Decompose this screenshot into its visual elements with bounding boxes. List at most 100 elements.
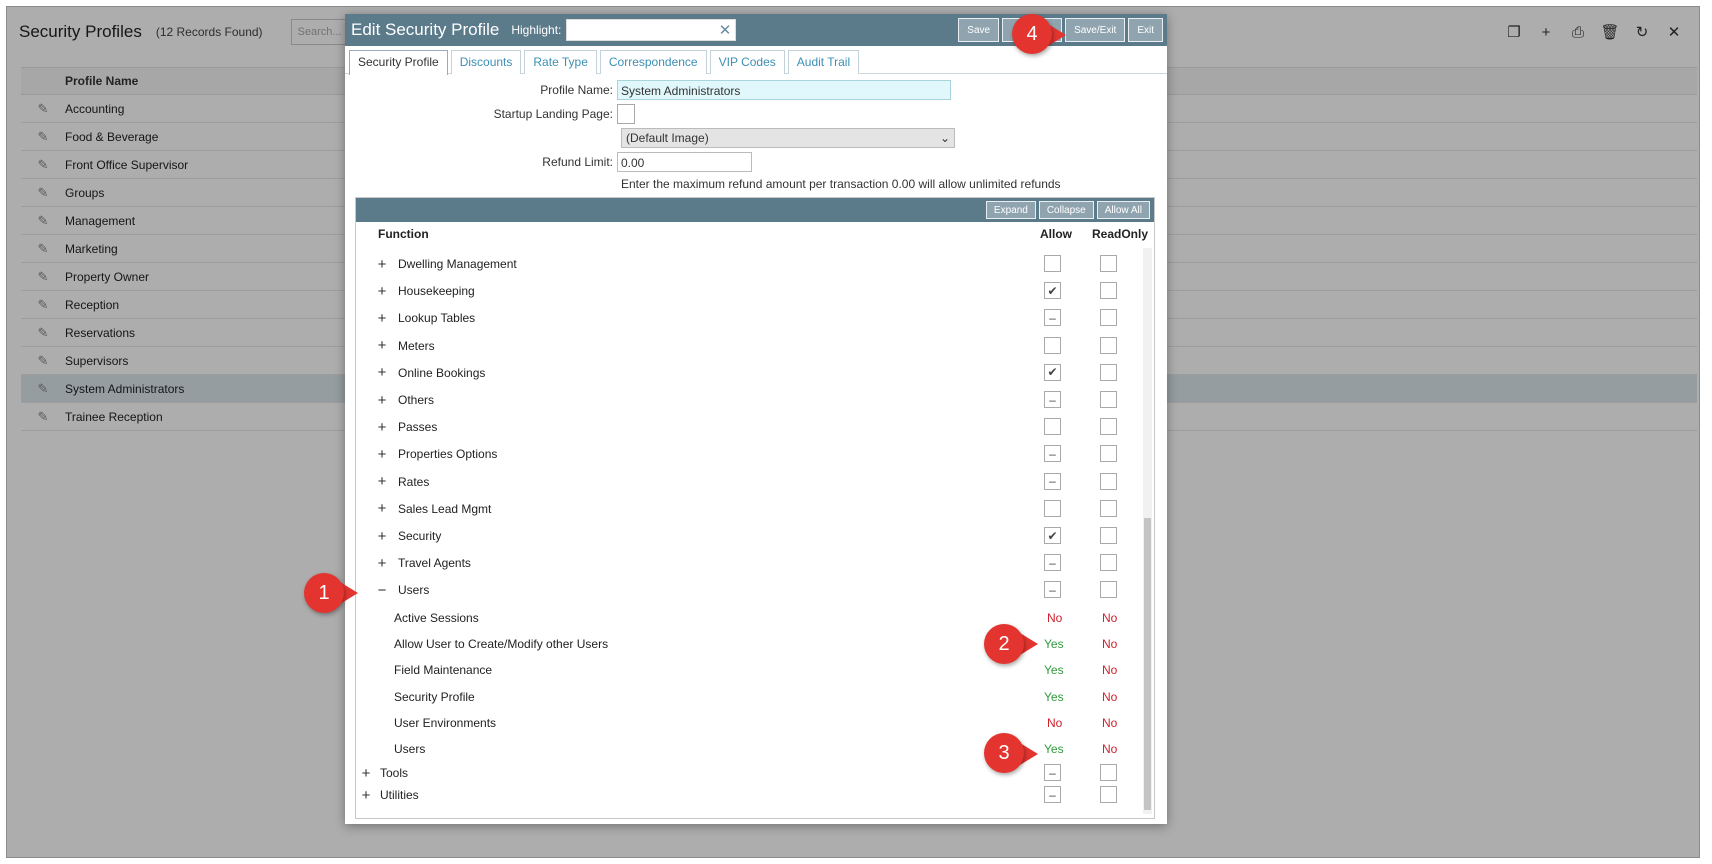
save-button[interactable]: Save: [958, 18, 1000, 42]
function-row[interactable]: + Lookup Tables –: [356, 306, 1146, 330]
startup-landing-checkbox[interactable]: [617, 104, 635, 124]
allow-value[interactable]: Yes: [1044, 663, 1064, 677]
expand-icon[interactable]: +: [360, 787, 372, 804]
grid-scrollbar[interactable]: [1143, 248, 1152, 814]
readonly-checkbox[interactable]: [1100, 581, 1117, 599]
expand-icon[interactable]: +: [376, 364, 388, 381]
edit-security-profile-dialog: Edit Security Profile Highlight: ✕ Save …: [345, 14, 1167, 824]
readonly-value[interactable]: No: [1102, 637, 1117, 651]
function-label: Passes: [398, 420, 438, 435]
profile-name-input[interactable]: System Administrators: [617, 80, 951, 100]
expand-icon[interactable]: +: [376, 446, 388, 463]
allow-checkbox[interactable]: [1044, 418, 1061, 436]
function-row[interactable]: + Passes: [356, 415, 1146, 439]
function-row[interactable]: + Housekeeping ✔: [356, 279, 1146, 303]
expand-icon[interactable]: +: [376, 473, 388, 490]
expand-icon[interactable]: +: [360, 765, 372, 782]
readonly-checkbox[interactable]: [1100, 418, 1117, 436]
function-row[interactable]: + Travel Agents –: [356, 551, 1146, 575]
scrollbar-thumb[interactable]: [1144, 518, 1151, 810]
function-row[interactable]: − Users –: [356, 578, 1146, 602]
readonly-checkbox[interactable]: [1100, 445, 1117, 463]
allow-checkbox[interactable]: –: [1044, 764, 1061, 782]
refund-limit-input[interactable]: 0.00: [617, 152, 752, 172]
expand-icon[interactable]: +: [376, 392, 388, 409]
landing-image-select[interactable]: (Default Image) ⌄: [621, 128, 955, 148]
allow-checkbox[interactable]: [1044, 336, 1061, 354]
allow-checkbox[interactable]: [1044, 499, 1061, 517]
collapse-button[interactable]: Collapse: [1038, 201, 1094, 219]
allow-value[interactable]: No: [1047, 716, 1062, 730]
readonly-checkbox[interactable]: [1100, 472, 1117, 490]
allow-value[interactable]: Yes: [1044, 690, 1064, 704]
readonly-checkbox[interactable]: [1100, 309, 1117, 327]
tab-security-profile[interactable]: Security Profile: [349, 50, 448, 75]
exit-button[interactable]: Exit: [1128, 18, 1163, 42]
function-row[interactable]: + Security ✔: [356, 524, 1146, 548]
readonly-checkbox[interactable]: [1100, 764, 1117, 782]
function-row[interactable]: + Properties Options –: [356, 442, 1146, 466]
allow-checkbox[interactable]: [1044, 255, 1061, 272]
function-row[interactable]: + Others –: [356, 388, 1146, 412]
sub-function-row[interactable]: User Environments No No: [356, 711, 1146, 735]
readonly-value[interactable]: No: [1102, 742, 1117, 756]
function-row[interactable]: + Dwelling Management: [356, 252, 1146, 276]
allow-checkbox[interactable]: –: [1044, 581, 1061, 599]
tab-correspondence[interactable]: Correspondence: [599, 50, 707, 74]
sub-function-row[interactable]: Security Profile Yes No: [356, 685, 1146, 709]
tab-discounts[interactable]: Discounts: [450, 50, 522, 74]
function-row[interactable]: + Online Bookings ✔: [356, 361, 1146, 385]
readonly-value[interactable]: No: [1102, 663, 1117, 677]
allow-checkbox[interactable]: –: [1044, 786, 1061, 804]
expand-icon[interactable]: +: [376, 310, 388, 327]
readonly-checkbox[interactable]: [1100, 282, 1117, 300]
readonly-value[interactable]: No: [1102, 690, 1117, 704]
readonly-checkbox[interactable]: [1100, 336, 1117, 354]
expand-icon[interactable]: +: [376, 256, 388, 273]
allow-checkbox[interactable]: –: [1044, 309, 1061, 327]
highlight-input[interactable]: ✕: [566, 19, 737, 41]
allow-checkbox[interactable]: –: [1044, 445, 1061, 463]
expand-icon[interactable]: +: [376, 419, 388, 436]
readonly-checkbox[interactable]: [1100, 391, 1117, 408]
allow-checkbox[interactable]: –: [1044, 554, 1061, 572]
readonly-checkbox[interactable]: [1100, 554, 1117, 572]
profile-name-row: Profile Name: System Administrators: [345, 80, 951, 100]
tab-audit-trail[interactable]: Audit Trail: [787, 50, 860, 74]
readonly-checkbox[interactable]: [1100, 786, 1117, 804]
function-row[interactable]: + Meters: [356, 334, 1146, 358]
expand-icon[interactable]: +: [376, 555, 388, 572]
sub-function-row[interactable]: Field Maintenance Yes No: [356, 658, 1146, 682]
function-label: Dwelling Management: [398, 257, 517, 271]
expand-icon[interactable]: +: [376, 500, 388, 517]
readonly-checkbox[interactable]: [1100, 527, 1117, 544]
allow-checkbox[interactable]: ✔: [1044, 363, 1061, 381]
clear-icon[interactable]: ✕: [719, 21, 732, 39]
allow-value[interactable]: Yes: [1044, 742, 1064, 756]
expand-icon[interactable]: +: [376, 337, 388, 354]
allow-value[interactable]: Yes: [1044, 637, 1064, 651]
top-level-row[interactable]: + Utilities –: [356, 783, 1146, 807]
readonly-value[interactable]: No: [1102, 611, 1117, 625]
allow-all-button[interactable]: Allow All: [1096, 201, 1150, 219]
allow-value[interactable]: No: [1047, 611, 1062, 625]
allow-checkbox[interactable]: ✔: [1044, 527, 1061, 544]
tab-rate-type[interactable]: Rate Type: [524, 50, 597, 74]
expand-icon[interactable]: +: [376, 283, 388, 300]
function-row[interactable]: + Rates –: [356, 470, 1146, 494]
tab-vip-codes[interactable]: VIP Codes: [709, 50, 785, 74]
allow-checkbox[interactable]: ✔: [1044, 282, 1061, 300]
readonly-checkbox[interactable]: [1100, 499, 1117, 517]
collapse-icon[interactable]: −: [376, 582, 388, 599]
save-exit-button[interactable]: Save/Exit: [1065, 18, 1126, 42]
function-row[interactable]: + Sales Lead Mgmt: [356, 497, 1146, 521]
expand-icon[interactable]: +: [376, 528, 388, 545]
readonly-checkbox[interactable]: [1100, 363, 1117, 381]
column-header-allow: Allow: [1040, 227, 1072, 241]
readonly-checkbox[interactable]: [1100, 255, 1117, 272]
allow-checkbox[interactable]: –: [1044, 391, 1061, 408]
allow-checkbox[interactable]: –: [1044, 472, 1061, 490]
sub-function-row[interactable]: Active Sessions No No: [356, 606, 1146, 630]
readonly-value[interactable]: No: [1102, 716, 1117, 730]
expand-button[interactable]: Expand: [985, 201, 1036, 219]
